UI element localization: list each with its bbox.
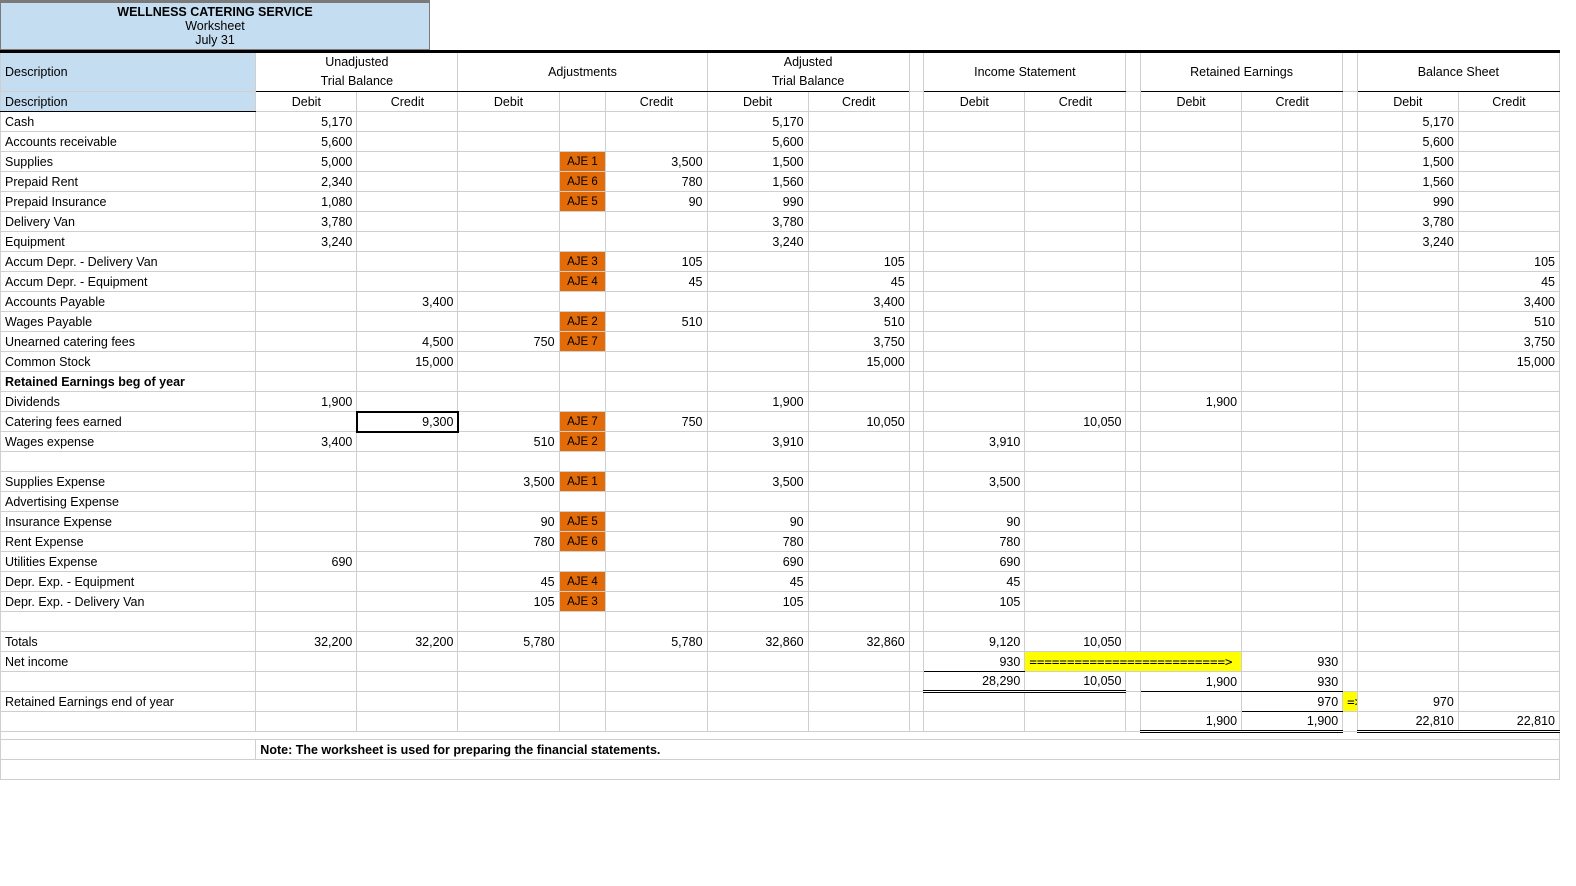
table-row: Common Stock15,00015,00015,000	[1, 352, 1560, 372]
final-row: 1,900 1,900 22,810 22,810	[1, 712, 1560, 732]
aje-tag: AJE 7	[559, 412, 606, 432]
aje-tag: AJE 1	[559, 472, 606, 492]
doc-title: Worksheet	[1, 19, 429, 33]
table-row: Insurance Expense90AJE 59090	[1, 512, 1560, 532]
table-row: Accum Depr. - EquipmentAJE 4454545	[1, 272, 1560, 292]
adj-debit-hdr: Debit	[458, 92, 559, 112]
table-row: Advertising Expense	[1, 492, 1560, 512]
is-debit-hdr: Debit	[924, 92, 1025, 112]
aje-tag: AJE 7	[559, 332, 606, 352]
re-credit-hdr: Credit	[1242, 92, 1343, 112]
table-row: Accounts receivable5,6005,6005,600	[1, 132, 1560, 152]
desc-header: Description	[1, 52, 256, 92]
aje-tag: AJE 3	[559, 592, 606, 612]
section-unadj: Unadjusted	[256, 52, 458, 72]
aje-tag: AJE 1	[559, 152, 606, 172]
company-name: WELLNESS CATERING SERVICE	[1, 5, 429, 19]
section-adj: Adjustments	[458, 52, 707, 92]
table-row: Catering fees earned9,300AJE 775010,0501…	[1, 412, 1560, 432]
aje-tag: AJE 6	[559, 172, 606, 192]
doc-date: July 31	[1, 33, 429, 47]
aje-tag: AJE 4	[559, 272, 606, 292]
bs-credit-hdr: Credit	[1458, 92, 1559, 112]
bs-debit-hdr: Debit	[1357, 92, 1458, 112]
table-row: Rent Expense780AJE 6780780	[1, 532, 1560, 552]
arrow-to-re: ==========================>	[1025, 652, 1242, 672]
table-row: Delivery Van3,7803,7803,780	[1, 212, 1560, 232]
table-row: Unearned catering fees4,500750AJE 73,750…	[1, 332, 1560, 352]
table-row: Prepaid Insurance1,080AJE 590990990	[1, 192, 1560, 212]
table-row: Supplies5,000AJE 13,5001,5001,500	[1, 152, 1560, 172]
section-is: Income Statement	[924, 52, 1126, 92]
atb-debit-hdr: Debit	[707, 92, 808, 112]
utb-debit-hdr: Debit	[256, 92, 357, 112]
is-credit-hdr: Credit	[1025, 92, 1126, 112]
adj-credit-hdr: Credit	[606, 92, 707, 112]
aje-tag: AJE 2	[559, 432, 606, 452]
table-row: Depr. Exp. - Equipment45AJE 44545	[1, 572, 1560, 592]
re-end-row: Retained Earnings end of year 970 => 970	[1, 692, 1560, 712]
table-row	[1, 452, 1560, 472]
aje-tag: AJE 5	[559, 192, 606, 212]
aje-tag: AJE 5	[559, 512, 606, 532]
section-adjtb: Adjusted	[707, 52, 909, 72]
table-row: Supplies Expense3,500AJE 13,5003,500	[1, 472, 1560, 492]
aje-tag: AJE 4	[559, 572, 606, 592]
section-re: Retained Earnings	[1141, 52, 1343, 92]
arrow-to-bs: =>	[1343, 692, 1358, 712]
table-row: Wages PayableAJE 2510510510	[1, 312, 1560, 332]
aje-tag: AJE 2	[559, 312, 606, 332]
table-row: Accum Depr. - Delivery VanAJE 3105105105	[1, 252, 1560, 272]
table-row: Retained Earnings beg of year	[1, 372, 1560, 392]
is-subtotal-row: 28,290 10,050 1,900 930	[1, 672, 1560, 692]
totals-row: Totals 32,200 32,200 5,780 5,780 32,860 …	[1, 632, 1560, 652]
table-row: Cash5,1705,1705,170	[1, 112, 1560, 132]
aje-tag: AJE 6	[559, 532, 606, 552]
table-row: Accounts Payable3,4003,4003,400	[1, 292, 1560, 312]
re-debit-hdr: Debit	[1141, 92, 1242, 112]
footnote: Note: The worksheet is used for preparin…	[256, 740, 1560, 760]
table-row: Equipment3,2403,2403,240	[1, 232, 1560, 252]
table-row	[1, 612, 1560, 632]
section-bs: Balance Sheet	[1357, 52, 1559, 92]
atb-credit-hdr: Credit	[808, 92, 909, 112]
table-row: Prepaid Rent2,340AJE 67801,5601,560	[1, 172, 1560, 192]
table-row: Wages expense3,400510AJE 23,9103,910	[1, 432, 1560, 452]
aje-tag: AJE 3	[559, 252, 606, 272]
table-row: Dividends1,9001,9001,900	[1, 392, 1560, 412]
table-row: Depr. Exp. - Delivery Van105AJE 3105105	[1, 592, 1560, 612]
worksheet-table: Description Unadjusted Adjustments Adjus…	[0, 50, 1560, 780]
utb-credit-hdr: Credit	[357, 92, 458, 112]
table-row: Utilities Expense690690690	[1, 552, 1560, 572]
net-income-row: Net income 930 =========================…	[1, 652, 1560, 672]
desc-label: Description	[1, 92, 256, 112]
title-box: WELLNESS CATERING SERVICE Worksheet July…	[0, 0, 430, 50]
